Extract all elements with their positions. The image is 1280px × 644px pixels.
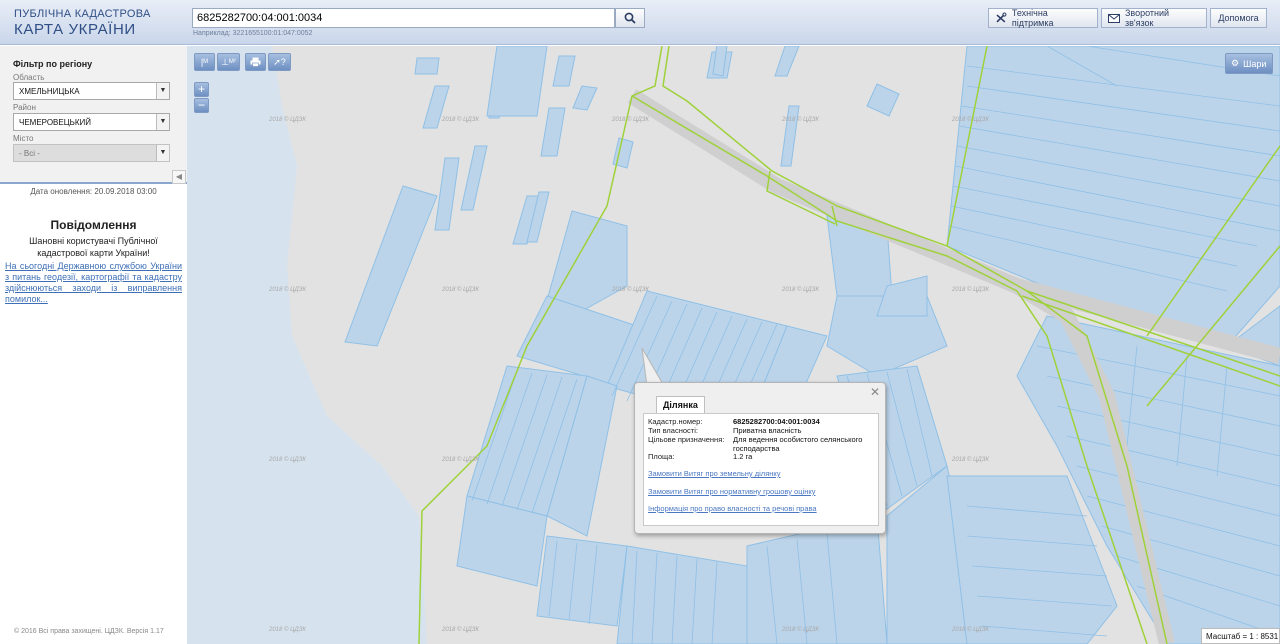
ownership-info-link[interactable]: Інформація про право власності та речові… [648, 504, 817, 513]
logo-line1: ПУБЛІЧНА КАДАСТРОВА [14, 8, 151, 20]
purpose: Для ведення особистого селянського госпо… [733, 435, 873, 453]
field-label: Площа: [648, 452, 675, 461]
district-label: Район [13, 103, 36, 112]
purpose-value: Для ведення особистого селянського госпо… [733, 435, 863, 453]
measure-length-button[interactable]: | M [194, 53, 215, 71]
close-icon[interactable]: ✕ [870, 385, 880, 399]
search-button[interactable] [615, 8, 645, 28]
field-label: Тип власності: [648, 426, 698, 435]
area-icon: ⊥ [221, 56, 229, 67]
update-date: Дата оновлення: 20.09.2018 03:00 [30, 187, 157, 196]
gear-icon: ⚙ [1231, 58, 1240, 68]
region-value: ХМЕЛЬНИЦЬКА [19, 87, 80, 96]
map-watermark: 2018 © ЦДЗК [268, 626, 306, 633]
order-valuation-extract-link[interactable]: Замовити Витяг про нормативну грошову оц… [648, 487, 815, 496]
map-view[interactable]: 2018 © ЦДЗК 2018 © ЦДЗК 2018 © ЦДЗК 2018… [187, 46, 1280, 644]
field-label: Цільове призначення: [648, 435, 725, 444]
zoom-out-button[interactable]: − [194, 98, 209, 113]
envelope-icon [1108, 13, 1120, 23]
map-scale: Масштаб = 1 : 8531 [1201, 628, 1280, 644]
notice-body: Шановні користувачі Публічної кадастрово… [29, 236, 158, 258]
order-parcel-extract-link[interactable]: Замовити Витяг про земельну ділянку [648, 469, 781, 478]
map-watermark: 2018 © ЦДЗК [781, 286, 819, 293]
map-watermark: 2018 © ЦДЗК [781, 626, 819, 633]
copyright: © 2016 Всі права захищені. ЦДЗК. Версія … [14, 628, 164, 635]
feedback-button[interactable]: Зворотний зв'язок [1101, 8, 1207, 28]
map-watermark: 2018 © ЦДЗК [611, 286, 649, 293]
filter-title: Фільтр по регіону [13, 59, 93, 69]
map-watermark: 2018 © ЦДЗК [441, 286, 479, 293]
map-watermark: 2018 © ЦДЗК [268, 116, 306, 123]
search-icon [624, 12, 636, 24]
notice-title: Повідомлення [50, 218, 137, 232]
cadastral-number: 6825282700:04:001:0034 [733, 417, 820, 426]
tools-icon [996, 12, 1007, 23]
help-button[interactable]: Допомога [1210, 8, 1267, 28]
cadastral-search-input[interactable] [192, 8, 615, 28]
city-select: - Всі - ▼ [13, 144, 170, 162]
measure-area-label: M² [228, 59, 236, 65]
parcel-info-popup: ✕ Ділянка Кадастр.номер: 6825282700:04:0… [634, 382, 886, 534]
map-watermark: 2018 © ЦДЗК [441, 116, 479, 123]
region-filter-panel: Фільтр по регіону Область ХМЕЛЬНИЦЬКА ▼ … [0, 46, 187, 184]
map-watermark: 2018 © ЦДЗК [781, 116, 819, 123]
notice-link[interactable]: На сьогодні Державною службою України з … [5, 261, 182, 305]
cadastral-map-canvas[interactable]: 2018 © ЦДЗК 2018 © ЦДЗК 2018 © ЦДЗК 2018… [187, 46, 1280, 644]
app-logo[interactable]: ПУБЛІЧНА КАДАСТРОВА КАРТА УКРАЇНИ [14, 8, 151, 38]
region-select[interactable]: ХМЕЛЬНИЦЬКА ▼ [13, 82, 170, 100]
layers-button[interactable]: ⚙ Шари [1225, 53, 1273, 74]
district-select[interactable]: ЧЕМЕРОВЕЦЬКИЙ ▼ [13, 113, 170, 131]
map-watermark: 2018 © ЦДЗК [441, 626, 479, 633]
header: ПУБЛІЧНА КАДАСТРОВА КАРТА УКРАЇНИ Наприк… [0, 0, 1280, 45]
logo-line2: КАРТА УКРАЇНИ [14, 21, 136, 38]
identify-label: ? [280, 57, 286, 67]
ownership-type: Приватна власність [733, 426, 802, 435]
feedback-label: Зворотний зв'язок [1124, 8, 1170, 28]
tab-parcel[interactable]: Ділянка [656, 396, 705, 414]
cursor-question-icon: ➚ [273, 56, 281, 67]
city-value: - Всі - [19, 149, 40, 158]
parcel [486, 46, 548, 117]
region-label: Область [13, 73, 45, 82]
layers-label: Шари [1243, 58, 1267, 69]
identify-button[interactable]: ➚? [268, 53, 291, 71]
map-watermark: 2018 © ЦДЗК [268, 456, 306, 463]
map-watermark: 2018 © ЦДЗК [441, 456, 479, 463]
map-watermark: 2018 © ЦДЗК [951, 286, 989, 293]
map-watermark: 2018 © ЦДЗК [268, 286, 306, 293]
popup-content: Кадастр.номер: 6825282700:04:001:0034 Ти… [643, 413, 879, 526]
printer-icon [250, 57, 261, 67]
tech-support-label: Технічна підтримка [1011, 8, 1054, 28]
search-hint: Наприклад: 3221655100:01:047:0052 [193, 30, 313, 37]
map-watermark: 2018 © ЦДЗК [951, 116, 989, 123]
print-button[interactable] [245, 53, 266, 71]
parcel [414, 57, 440, 75]
zoom-in-button[interactable]: + [194, 82, 209, 97]
parcel [536, 535, 628, 627]
chevron-down-icon: ▼ [156, 83, 169, 99]
district-value: ЧЕМЕРОВЕЦЬКИЙ [19, 118, 92, 127]
collapse-sidebar-button[interactable]: ◀ [172, 170, 186, 184]
map-watermark: 2018 © ЦДЗК [951, 456, 989, 463]
measure-area-button[interactable]: ⊥ M² [217, 53, 240, 71]
tech-support-button[interactable]: Технічна підтримка [988, 8, 1098, 28]
city-label: Місто [13, 134, 34, 143]
area-value: 1.2 га [733, 452, 753, 461]
sidebar: Фільтр по регіону Область ХМЕЛЬНИЦЬКА ▼ … [0, 46, 187, 644]
chevron-down-icon: ▼ [156, 114, 169, 130]
map-watermark: 2018 © ЦДЗК [611, 116, 649, 123]
chevron-down-icon: ▼ [156, 145, 169, 161]
measure-length-label: M [203, 59, 209, 65]
help-label: Допомога [1218, 13, 1259, 23]
map-watermark: 2018 © ЦДЗК [951, 626, 989, 633]
field-label: Кадастр.номер: [648, 417, 703, 426]
